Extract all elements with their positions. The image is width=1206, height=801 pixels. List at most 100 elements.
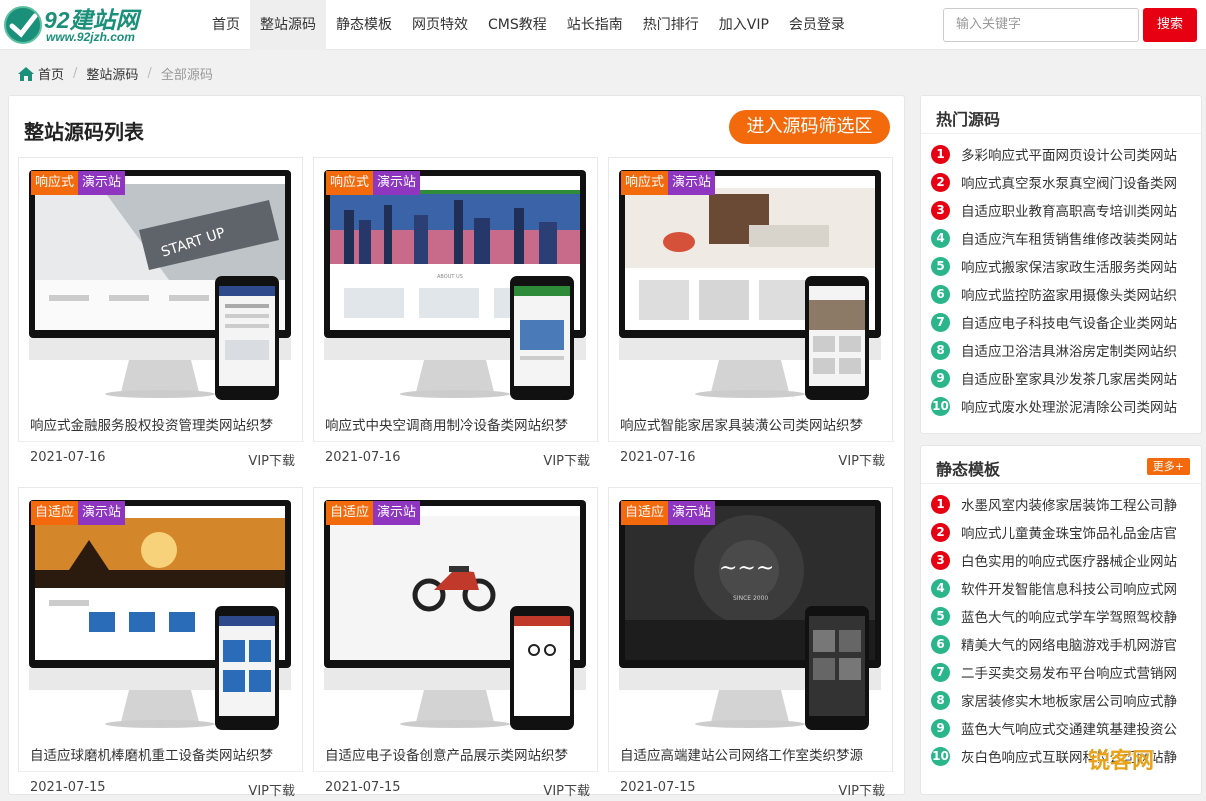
list-item-title[interactable]: 响应式真空泵水泵真空阀门设备类网 [961,172,1189,192]
nav-web-effects[interactable]: 网页特效 [402,0,478,50]
vip-download-link[interactable]: VIP下载 [543,450,590,469]
tag-responsive: 响应式 [31,171,79,195]
list-item[interactable]: 7 二手买卖交易发布平台响应式营销网 [931,658,1201,686]
list-item[interactable]: 6 响应式监控防盗家用摄像头类网站织 [931,280,1201,308]
card-title[interactable]: 自适应球磨机棒磨机重工设备类网站织梦 [30,744,295,764]
nav-join-vip[interactable]: 加入VIP [709,0,779,50]
list-item-title[interactable]: 二手买卖交易发布平台响应式营销网 [961,662,1189,682]
list-item[interactable]: 4 自适应汽车租赁销售维修改装类网站 [931,224,1201,252]
list-item-title[interactable]: 蓝色大气的响应式学车学驾照驾校静 [961,606,1189,626]
list-item-title[interactable]: 响应式搬家保洁家政生活服务类网站 [961,256,1189,276]
search-input[interactable]: 输入关键字 [943,8,1139,42]
nav-static-templates[interactable]: 静态模板 [326,0,402,50]
list-item[interactable]: 1 水墨风室内装修家居装饰工程公司静 [931,490,1201,518]
hot-sources-title: 热门源码 [936,110,1001,129]
source-card[interactable]: START UP 响应式 演示站 响应式金融服务股权投资管理类网站织梦 2021… [18,157,304,469]
nav-webmaster-guide[interactable]: 站长指南 [557,0,633,50]
list-item[interactable]: 1 多彩响应式平面网页设计公司类网站 [931,140,1201,168]
vip-download-link[interactable]: VIP下载 [543,780,590,799]
breadcrumb-section[interactable]: 整站源码 [86,64,138,83]
card-preview-image[interactable] [619,170,884,400]
rank-badge: 9 [931,718,950,738]
static-templates-panel: 静态模板 更多+ 1 水墨风室内装修家居装饰工程公司静 2 响应式儿童黄金珠宝饰品礼品… [920,445,1202,795]
nav-login[interactable]: 会员登录 [779,0,855,50]
list-item-title[interactable]: 多彩响应式平面网页设计公司类网站 [961,144,1189,164]
source-card[interactable]: ABOUT US 响应式 演示站 响应式中央空调商用制冷设备类网站织梦 2021… [313,157,599,469]
list-item[interactable]: 5 蓝色大气的响应式学车学驾照驾校静 [931,602,1201,630]
list-item[interactable]: 3 自适应职业教育高职高专培训类网站 [931,196,1201,224]
list-item[interactable]: 8 自适应卫浴洁具淋浴房定制类网站织 [931,336,1201,364]
card-preview-image[interactable]: ~~~ SINCE 2000 [619,500,884,730]
rank-badge: 7 [931,662,950,682]
card-preview-image[interactable] [29,500,294,730]
static-templates-title: 静态模板 [936,460,1001,479]
card-preview-image[interactable]: ABOUT US [324,170,589,400]
list-item-title[interactable]: 响应式儿童黄金珠宝饰品礼品金店官 [961,522,1189,542]
list-item-title[interactable]: 软件开发智能信息科技公司响应式网 [961,578,1189,598]
rank-badge: 2 [931,172,950,192]
list-item[interactable]: 9 蓝色大气响应式交通建筑基建投资公 [931,714,1201,742]
list-item[interactable]: 3 白色实用的响应式医疗器械企业网站 [931,546,1201,574]
card-tags: 自适应 演示站 [31,501,126,525]
breadcrumb-separator: / [147,66,152,81]
list-item-title[interactable]: 灰白色响应式互联网科技公司网站静 [961,746,1189,766]
nav-ranking[interactable]: 热门排行 [633,0,709,50]
vip-download-link[interactable]: VIP下载 [838,450,885,469]
list-item-title[interactable]: 水墨风室内装修家居装饰工程公司静 [961,494,1189,514]
list-item[interactable]: 6 精美大气的网络电脑游戏手机网游官 [931,630,1201,658]
rank-badge: 5 [931,606,950,626]
list-item-title[interactable]: 自适应电子科技电气设备企业类网站 [961,312,1189,332]
tag-demo: 演示站 [373,171,421,195]
card-title[interactable]: 响应式智能家居家具装潢公司类网站织梦 [620,414,885,434]
breadcrumb-home[interactable]: 首页 [38,64,64,83]
card-title[interactable]: 自适应电子设备创意产品展示类网站织梦 [325,744,590,764]
card-title[interactable]: 自适应高端建站公司网络工作室类织梦源 [620,744,885,764]
source-card[interactable]: 自适应 演示站 自适应球磨机棒磨机重工设备类网站织梦 2021-07-15 VI… [18,487,304,799]
list-item-title[interactable]: 响应式废水处理淤泥清除公司类网站 [961,396,1189,416]
logo-url: www.92jzh.com [46,30,135,44]
list-item-title[interactable]: 响应式监控防盗家用摄像头类网站织 [961,284,1189,304]
list-item-title[interactable]: 自适应汽车租赁销售维修改装类网站 [961,228,1189,248]
nav-full-source[interactable]: 整站源码 [250,0,326,50]
hot-sources-panel: 热门源码 1 多彩响应式平面网页设计公司类网站 2 响应式真空泵水泵真空阀门设备类网 3… [920,95,1202,434]
list-item-title[interactable]: 自适应职业教育高职高专培训类网站 [961,200,1189,220]
list-item[interactable]: 8 家居装修实木地板家居公司响应式静 [931,686,1201,714]
card-preview-image[interactable] [324,500,589,730]
list-item-title[interactable]: 家居装修实木地板家居公司响应式静 [961,690,1189,710]
list-item-title[interactable]: 自适应卫浴洁具淋浴房定制类网站织 [961,340,1189,360]
site-logo[interactable]: 92建站网 www.92jzh.com [0,4,170,46]
list-item-title[interactable]: 自适应卧室家具沙发茶几家居类网站 [961,368,1189,388]
card-title[interactable]: 响应式中央空调商用制冷设备类网站织梦 [325,414,590,434]
more-button[interactable]: 更多+ [1146,458,1190,475]
vip-download-link[interactable]: VIP下载 [248,450,295,469]
list-item[interactable]: 7 自适应电子科技电气设备企业类网站 [931,308,1201,336]
vip-download-link[interactable]: VIP下载 [838,780,885,799]
card-preview-image[interactable]: START UP [29,170,294,400]
list-item[interactable]: 5 响应式搬家保洁家政生活服务类网站 [931,252,1201,280]
list-item-title[interactable]: 精美大气的网络电脑游戏手机网游官 [961,634,1189,654]
tag-responsive: 响应式 [621,171,669,195]
card-footer: 2021-07-16 VIP下载 [19,441,304,471]
list-item[interactable]: 2 响应式儿童黄金珠宝饰品礼品金店官 [931,518,1201,546]
list-item[interactable]: 9 自适应卧室家具沙发茶几家居类网站 [931,364,1201,392]
hot-sources-list: 1 多彩响应式平面网页设计公司类网站 2 响应式真空泵水泵真空阀门设备类网 3 自适应职业… [921,134,1201,420]
list-item[interactable]: 10 灰白色响应式互联网科技公司网站静 [931,742,1201,770]
card-title[interactable]: 响应式金融服务股权投资管理类网站织梦 [30,414,295,434]
list-item[interactable]: 10 响应式废水处理淤泥清除公司类网站 [931,392,1201,420]
search-button[interactable]: 搜索 [1143,8,1197,42]
screen-about-text: ABOUT US [437,274,463,280]
source-filter-button[interactable]: 进入源码筛选区 [729,110,890,144]
list-item[interactable]: 4 软件开发智能信息科技公司响应式网 [931,574,1201,602]
list-item-title[interactable]: 白色实用的响应式医疗器械企业网站 [961,550,1189,570]
list-item-title[interactable]: 蓝色大气响应式交通建筑基建投资公 [961,718,1189,738]
source-card[interactable]: 自适应 演示站 自适应电子设备创意产品展示类网站织梦 2021-07-15 VI… [313,487,599,799]
page-title: 整站源码列表 [24,120,144,144]
source-card[interactable]: ~~~ SINCE 2000 自适应 演示站 自适应高端建站公司网络工作室类织梦… [608,487,894,799]
nav-home[interactable]: 首页 [202,0,250,50]
nav-cms-tutorial[interactable]: CMS教程 [478,0,557,50]
vip-download-link[interactable]: VIP下载 [248,780,295,799]
list-item[interactable]: 2 响应式真空泵水泵真空阀门设备类网 [931,168,1201,196]
source-list-panel: 整站源码列表 进入源码筛选区 START UP 响应式 演示站 响应式金融服务股… [8,95,905,799]
source-card[interactable]: 响应式 演示站 响应式智能家居家具装潢公司类网站织梦 2021-07-16 VI… [608,157,894,469]
tag-demo: 演示站 [78,171,126,195]
